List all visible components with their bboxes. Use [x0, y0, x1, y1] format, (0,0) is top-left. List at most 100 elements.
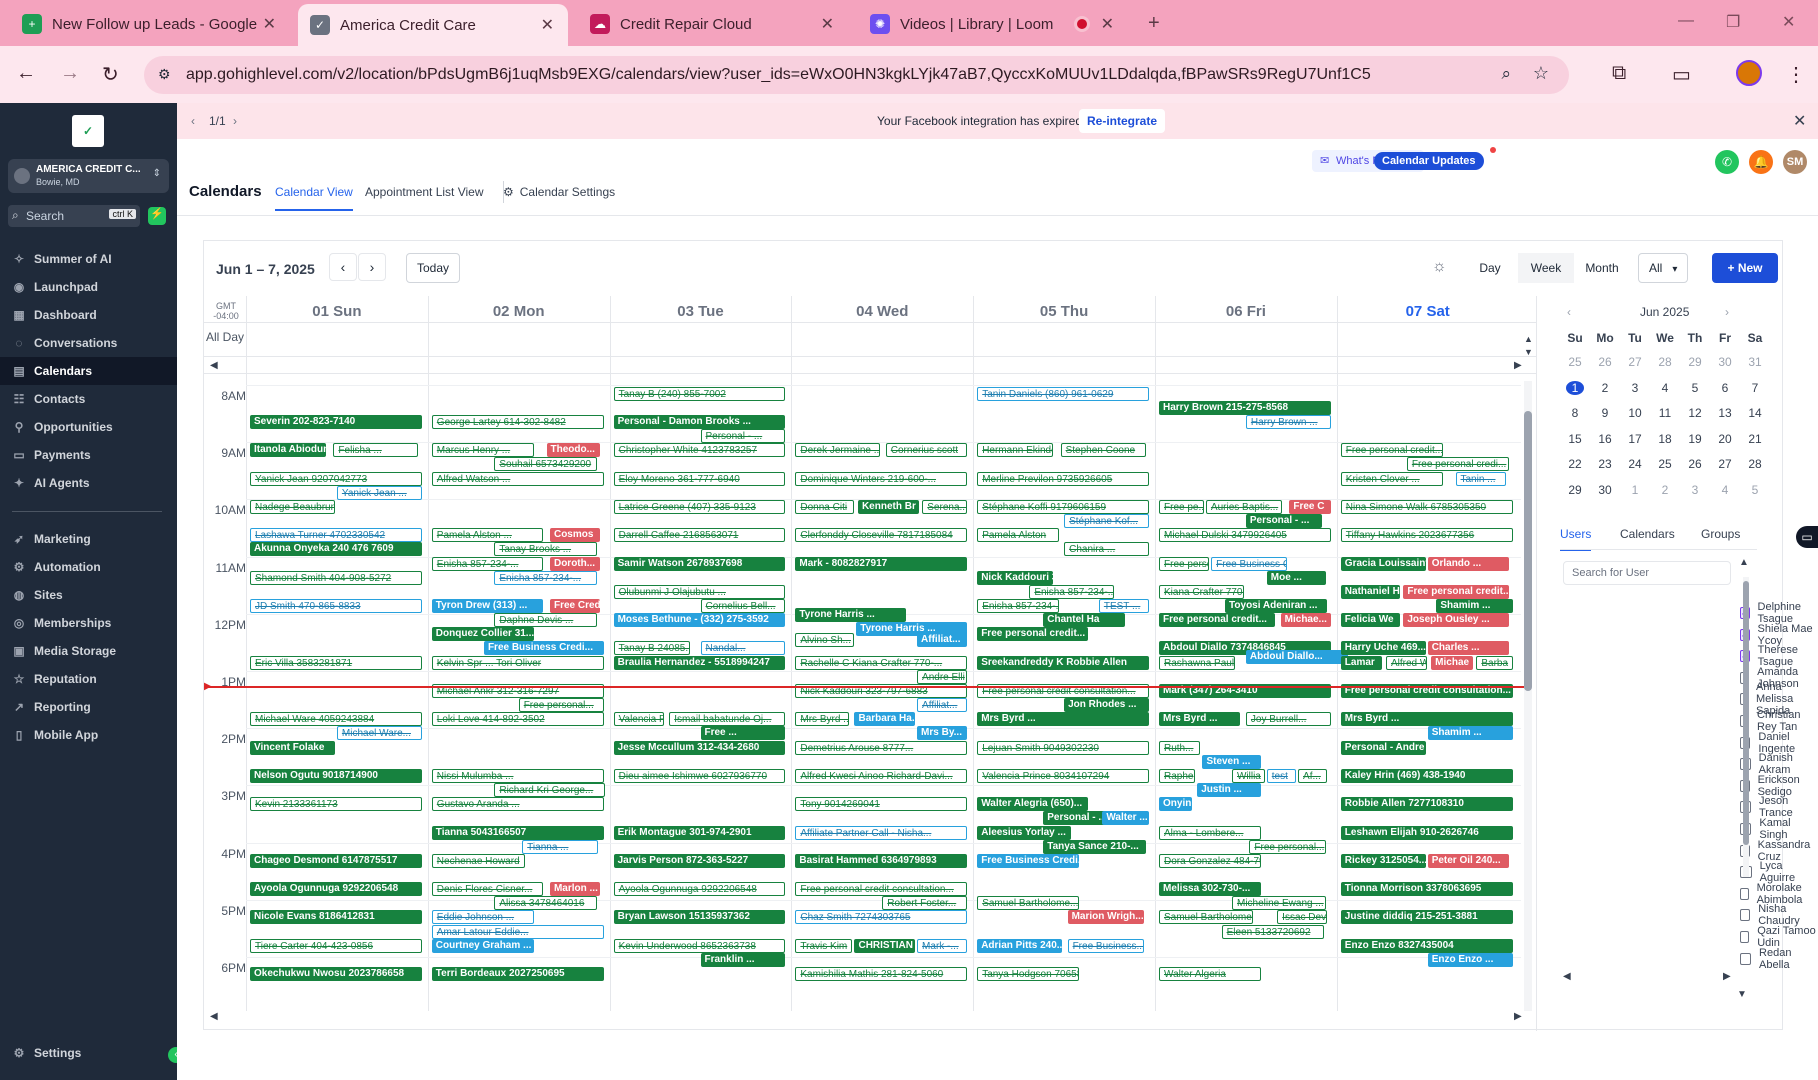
appointment-event[interactable]: Joseph Ousley ... — [1403, 613, 1510, 628]
sidebar-item-calendars[interactable]: ▤ Calendars — [0, 357, 177, 385]
appointment-event[interactable]: Tanay B (240) 855-7002 — [613, 386, 786, 401]
appointment-event[interactable]: Lashawa Turner 4702330542 — [250, 528, 422, 543]
appointment-event[interactable]: Eddie Johnson ... — [431, 910, 535, 925]
user-filter-item[interactable]: Redan Abella — [1740, 947, 1818, 971]
appointment-event[interactable]: Personal - ... — [700, 429, 786, 444]
appointment-event[interactable]: Terri Bordeaux 2027250695 — [431, 967, 604, 982]
appointment-event[interactable]: Abdoul Diallo... — [1245, 649, 1349, 664]
scrollbar-thumb[interactable] — [1743, 581, 1749, 845]
appointment-event[interactable]: Severin 202-823-7140 — [250, 414, 422, 429]
appointment-event[interactable]: test — [1266, 768, 1297, 783]
appointment-event[interactable]: Enzo Enzo 8327435004 — [1340, 938, 1513, 953]
mini-day[interactable]: 29 — [1560, 483, 1590, 497]
scroll-down-icon[interactable]: ▼ — [1524, 347, 1533, 357]
appointment-event[interactable]: Personal - ... — [1245, 514, 1323, 529]
appointment-event[interactable]: Toyosi Adeniran ... — [1225, 599, 1328, 614]
tab-calendar-view[interactable]: Calendar View — [275, 185, 353, 211]
appointment-event[interactable]: Jarvis Person 872-363-5227 — [613, 853, 786, 868]
appointment-event[interactable]: Dora Gonzalez 484-795-4241 — [1159, 853, 1262, 868]
mini-day[interactable]: 21 — [1740, 432, 1770, 446]
mini-day[interactable]: 31 — [1740, 355, 1770, 369]
appointment-event[interactable]: Af... — [1298, 768, 1328, 783]
appointment-event[interactable]: Eleen 5133720692 — [1221, 924, 1324, 939]
extensions-icon[interactable]: ⧉ — [1612, 62, 1626, 85]
tab-groups[interactable]: Groups — [1701, 527, 1740, 541]
user-filter-item[interactable]: Erickson Sedigo — [1740, 774, 1818, 798]
appointment-event[interactable]: Nicole Evans 8186412831 — [250, 910, 422, 925]
phone-icon[interactable]: ✆ — [1715, 150, 1739, 174]
appointment-event[interactable]: Valencia Prince 8034107294 — [977, 768, 1149, 783]
appointment-event[interactable]: Enisha 857-234-... — [431, 556, 543, 571]
appointment-event[interactable]: Ismail babatunde Oj... — [669, 712, 786, 727]
sidebar-item-automation[interactable]: ⚙ Automation — [0, 553, 177, 581]
sidebar-item-mobile-app[interactable]: ▯ Mobile App — [0, 721, 177, 749]
user-filter-item[interactable]: Kamal Singh — [1740, 817, 1818, 841]
sidebar-item-sites[interactable]: ◍ Sites — [0, 581, 177, 609]
sidebar-item-media-storage[interactable]: ▣ Media Storage — [0, 637, 177, 665]
browser-tab[interactable]: ☁ Credit Repair Cloud ✕ — [578, 6, 848, 42]
appointment-event[interactable]: Tiffany Hawkins 2023677356 — [1340, 528, 1513, 543]
appointment-event[interactable]: Tanay B 24085... — [613, 641, 690, 656]
day-header[interactable]: 03 Tue — [610, 303, 792, 323]
appointment-event[interactable]: Nadege Beaubrun — [250, 499, 335, 514]
appointment-event[interactable]: Harry Brown 215-275-8568 — [1159, 400, 1331, 415]
day-header[interactable]: 05 Thu — [973, 303, 1155, 323]
appointment-event[interactable]: Hermann Ekinde — [977, 443, 1054, 458]
user-filter-item[interactable]: Daniel Ingente — [1740, 731, 1818, 755]
appointment-event[interactable]: Free personal credit... — [1159, 613, 1276, 628]
user-filter-item[interactable]: ✓Shiela Mae Ycoy — [1740, 623, 1818, 647]
appointment-event[interactable]: Onyin — [1159, 797, 1192, 812]
sidebar-item-ai-agents[interactable]: ✦ AI Agents — [0, 469, 177, 497]
checkbox[interactable] — [1740, 887, 1749, 900]
scroll-right-icon[interactable]: ▶ — [1514, 360, 1522, 371]
appointment-event[interactable]: Bryan Lawson 15135937362 — [613, 910, 786, 925]
mini-day[interactable]: 17 — [1620, 432, 1650, 446]
appointment-event[interactable]: Free personal credit consultation... — [795, 882, 968, 897]
appointment-event[interactable]: Harry Uche 469... — [1340, 641, 1426, 656]
appointment-event[interactable]: Robbie Allen 7277108310 — [1340, 797, 1513, 812]
appointment-event[interactable]: Ayoola Ogunnuga 9292206548 — [250, 882, 422, 897]
user-filter-item[interactable]: ✓Delphine Tsague — [1740, 601, 1818, 625]
sidebar-item-payments[interactable]: ▭ Payments — [0, 441, 177, 469]
appointment-event[interactable]: Michae... — [1280, 613, 1331, 628]
user-filter-item[interactable]: Morolake Abimbola — [1740, 882, 1818, 906]
user-filter-item[interactable]: Lyca Aguirre — [1740, 860, 1818, 884]
appointment-event[interactable]: Free personal credi... — [1406, 457, 1510, 472]
mini-day[interactable]: 16 — [1590, 432, 1620, 446]
appointment-event[interactable]: Serena... — [922, 499, 968, 514]
mini-day[interactable]: 10 — [1620, 406, 1650, 420]
appointment-event[interactable]: Tianna 5043166507 — [431, 825, 604, 840]
mini-day[interactable]: 15 — [1560, 432, 1590, 446]
mini-day[interactable]: 28 — [1650, 355, 1680, 369]
appointment-event[interactable]: Vincent Folake — [250, 740, 335, 755]
url-input[interactable]: ⚙ app.gohighlevel.com/v2/location/bPdsUg… — [144, 56, 1569, 94]
appointment-event[interactable]: Cornelius Bell... — [700, 599, 786, 614]
appointment-event[interactable]: Tiere Carter 404-423-0856 — [250, 938, 422, 953]
appointment-event[interactable]: Enzo Enzo ... — [1427, 952, 1513, 967]
tab-appointment-list-view[interactable]: Appointment List View — [365, 185, 484, 199]
appointment-event[interactable]: Nissi Mulumba ... — [431, 768, 604, 783]
reload-icon[interactable]: ↻ — [102, 62, 119, 87]
zoom-icon[interactable]: ⌕ — [1501, 64, 1511, 84]
appointment-event[interactable]: Samir Watson 2678937698 — [613, 556, 786, 571]
appointment-event[interactable]: Enisha 857-234-... — [977, 599, 1059, 614]
mini-day[interactable]: 19 — [1680, 432, 1710, 446]
appointment-event[interactable]: Itanola Abiodun O — [250, 443, 327, 458]
cast-icon[interactable]: ▭ — [1672, 62, 1691, 87]
appointment-event[interactable]: Donquez Collier 31... — [431, 627, 535, 642]
appointment-event[interactable]: CHRISTIAN — [854, 938, 916, 953]
appointment-event[interactable]: Pamela Alston ... — [431, 528, 543, 543]
appointment-event[interactable]: Sreekandreddy K Robbie Allen — [977, 655, 1149, 670]
appointment-event[interactable]: Adrian Pitts 240... — [977, 938, 1063, 953]
appointment-event[interactable]: Samuel Bartholome... — [1159, 910, 1253, 925]
appointment-event[interactable]: Marlon ... — [549, 882, 601, 897]
appointment-event[interactable]: Free Business Credi... — [977, 853, 1080, 868]
mini-day[interactable]: 30 — [1710, 355, 1740, 369]
appointment-event[interactable]: Tanay Brooks ... — [494, 542, 597, 557]
appointment-event[interactable]: Franklin ... — [700, 952, 786, 967]
appointment-event[interactable]: Mark -... — [917, 938, 968, 953]
checkbox[interactable] — [1740, 909, 1751, 922]
sidebar-item-opportunities[interactable]: ⚲ Opportunities — [0, 413, 177, 441]
mini-day[interactable]: 25 — [1560, 355, 1590, 369]
appointment-event[interactable]: Shamond Smith 404-908-5272 — [250, 570, 422, 585]
